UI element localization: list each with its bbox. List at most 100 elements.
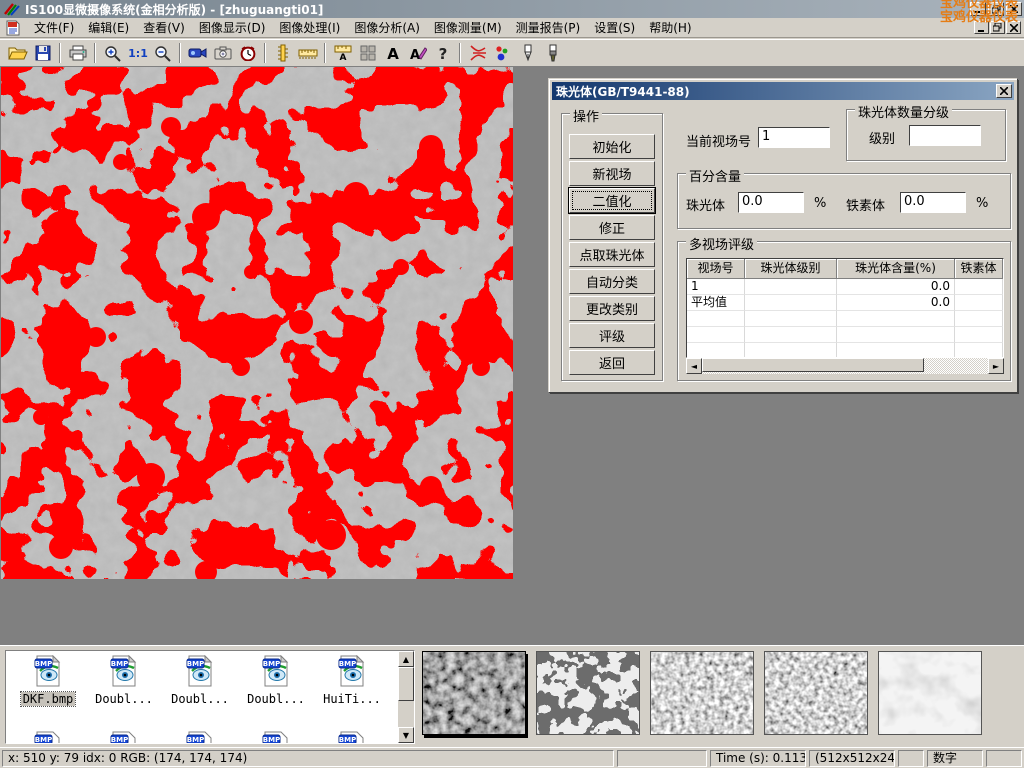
child-close-button[interactable]: [1006, 21, 1021, 34]
scroll-up-icon[interactable]: ▲: [398, 651, 414, 667]
print-icon[interactable]: [65, 41, 90, 65]
file-list-scrollbar[interactable]: ▲ ▼: [398, 651, 414, 743]
table-row[interactable]: 1 0.0: [687, 279, 1003, 295]
thumbnail-5[interactable]: [878, 651, 982, 735]
return-button[interactable]: 返回: [569, 350, 655, 375]
grade-level-input[interactable]: [909, 125, 981, 146]
window-restore-button[interactable]: [988, 2, 1004, 16]
bmp-file-icon: BMP: [337, 655, 367, 687]
pearlite-percent-input[interactable]: 0.0: [738, 192, 804, 213]
current-field-input[interactable]: 1: [758, 127, 830, 148]
menu-item-measure-report[interactable]: 测量报告(P): [509, 17, 588, 38]
thumbnail-1[interactable]: [422, 651, 526, 735]
menu-item-image-processing[interactable]: 图像处理(I): [272, 17, 347, 38]
pen-icon[interactable]: [515, 41, 540, 65]
auto-classify-button[interactable]: 自动分类: [569, 269, 655, 294]
file-listbox[interactable]: BMP DKF.bmp BMP Doubl... BMP Doubl... BM…: [5, 650, 415, 744]
binarize-button[interactable]: 二值化: [569, 188, 655, 213]
annotate-icon[interactable]: A: [405, 41, 430, 65]
scroll-right-icon[interactable]: ►: [988, 358, 1004, 374]
dialog-title: 珠光体(GB/T9441-88): [556, 83, 690, 100]
dialog-close-button[interactable]: [996, 84, 1012, 98]
scrollbar-thumb[interactable]: [702, 358, 924, 372]
new-field-button[interactable]: 新视场: [569, 161, 655, 186]
metallograph-image[interactable]: [1, 67, 513, 579]
scrollbar-thumb[interactable]: [398, 667, 414, 701]
svg-text:1:1: 1:1: [128, 47, 148, 60]
brush-icon[interactable]: [540, 41, 565, 65]
correct-button[interactable]: 修正: [569, 215, 655, 240]
grid-icon[interactable]: [355, 41, 380, 65]
scroll-left-icon[interactable]: ◄: [686, 358, 702, 374]
cell-pearlite-content: 0.0: [837, 279, 955, 295]
pick-pearlite-button[interactable]: 点取珠光体: [569, 242, 655, 267]
file-item[interactable]: BMP Doubl...: [164, 655, 236, 706]
window-close-button[interactable]: [1006, 2, 1022, 16]
open-file-icon[interactable]: [5, 41, 30, 65]
dialog-title-bar[interactable]: 珠光体(GB/T9441-88): [552, 82, 1014, 100]
grade-button[interactable]: 评级: [569, 323, 655, 348]
file-item[interactable]: BMP Doubl...: [240, 655, 312, 706]
table-horizontal-scrollbar[interactable]: ◄ ►: [686, 358, 1004, 374]
particles-icon[interactable]: [490, 41, 515, 65]
file-item[interactable]: BMP Doubl...: [88, 655, 160, 706]
bmp-file-icon: BMP: [33, 655, 63, 687]
file-item-partial[interactable]: BMP: [12, 731, 84, 744]
ruler-icon[interactable]: [295, 41, 320, 65]
col-field-number[interactable]: 视场号: [687, 259, 745, 279]
menu-item-settings[interactable]: 设置(S): [587, 17, 642, 38]
svg-text:BMP: BMP: [339, 736, 356, 744]
actual-size-icon[interactable]: 1:1: [125, 41, 150, 65]
window-minimize-button[interactable]: [970, 2, 986, 16]
scroll-down-icon[interactable]: ▼: [398, 727, 414, 743]
menu-item-image-display[interactable]: 图像显示(D): [192, 17, 273, 38]
menu-item-image-measure[interactable]: 图像测量(M): [427, 17, 509, 38]
text-icon[interactable]: A: [380, 41, 405, 65]
status-bar: x: 510 y: 79 idx: 0 RGB: (174, 174, 174)…: [0, 747, 1024, 768]
file-item-partial[interactable]: BMP: [316, 731, 388, 744]
scrollbar-track[interactable]: [702, 358, 988, 374]
ferrite-percent-input[interactable]: 0.0: [900, 192, 966, 213]
svg-text:BMP: BMP: [339, 660, 356, 668]
svg-text:BMP: BMP: [263, 736, 280, 744]
file-item[interactable]: BMP DKF.bmp: [12, 655, 84, 706]
video-camera-icon[interactable]: [185, 41, 210, 65]
col-pearlite-content[interactable]: 珠光体含量(%): [837, 259, 955, 279]
change-class-button[interactable]: 更改类别: [569, 296, 655, 321]
measure-text-icon[interactable]: A: [330, 41, 355, 65]
table-row[interactable]: 平均值 0.0: [687, 295, 1003, 311]
menu-item-file[interactable]: 文件(F): [27, 17, 81, 38]
file-item-partial[interactable]: BMP: [88, 731, 160, 744]
menu-item-view[interactable]: 查看(V): [136, 17, 192, 38]
child-minimize-button[interactable]: [974, 21, 989, 34]
bmp-file-icon: BMP: [33, 731, 63, 744]
zoom-out-icon[interactable]: [150, 41, 175, 65]
file-item[interactable]: BMP HuiTi...: [316, 655, 388, 706]
timer-icon[interactable]: [235, 41, 260, 65]
help-icon[interactable]: ?: [430, 41, 455, 65]
document-icon[interactable]: [4, 20, 22, 36]
caliper-icon[interactable]: [270, 41, 295, 65]
toolbar-separator: [324, 43, 326, 63]
status-mode: 数字: [927, 750, 983, 767]
thumbnail-4[interactable]: [764, 651, 868, 735]
col-ferrite[interactable]: 铁素体: [955, 259, 1003, 279]
toolbar-separator: [179, 43, 181, 63]
init-button[interactable]: 初始化: [569, 134, 655, 159]
thumbnail-2[interactable]: [536, 651, 640, 735]
capture-icon[interactable]: [210, 41, 235, 65]
svg-text:BMP: BMP: [263, 660, 280, 668]
menu-item-edit[interactable]: 编辑(E): [81, 17, 136, 38]
zoom-in-icon[interactable]: [100, 41, 125, 65]
save-icon[interactable]: [30, 41, 55, 65]
scissors-icon[interactable]: [465, 41, 490, 65]
menu-item-image-analysis[interactable]: 图像分析(A): [347, 17, 427, 38]
file-item-partial[interactable]: BMP: [240, 731, 312, 744]
current-field-label: 当前视场号: [686, 131, 751, 150]
file-item-partial[interactable]: BMP: [164, 731, 236, 744]
menu-item-help[interactable]: 帮助(H): [642, 17, 698, 38]
thumbnail-3[interactable]: [650, 651, 754, 735]
pearlite-dialog: 珠光体(GB/T9441-88) 操作 初始化 新视场 二值化 修正 点取珠光体…: [548, 78, 1017, 392]
child-restore-button[interactable]: [990, 21, 1005, 34]
col-pearlite-grade[interactable]: 珠光体级别: [745, 259, 837, 279]
